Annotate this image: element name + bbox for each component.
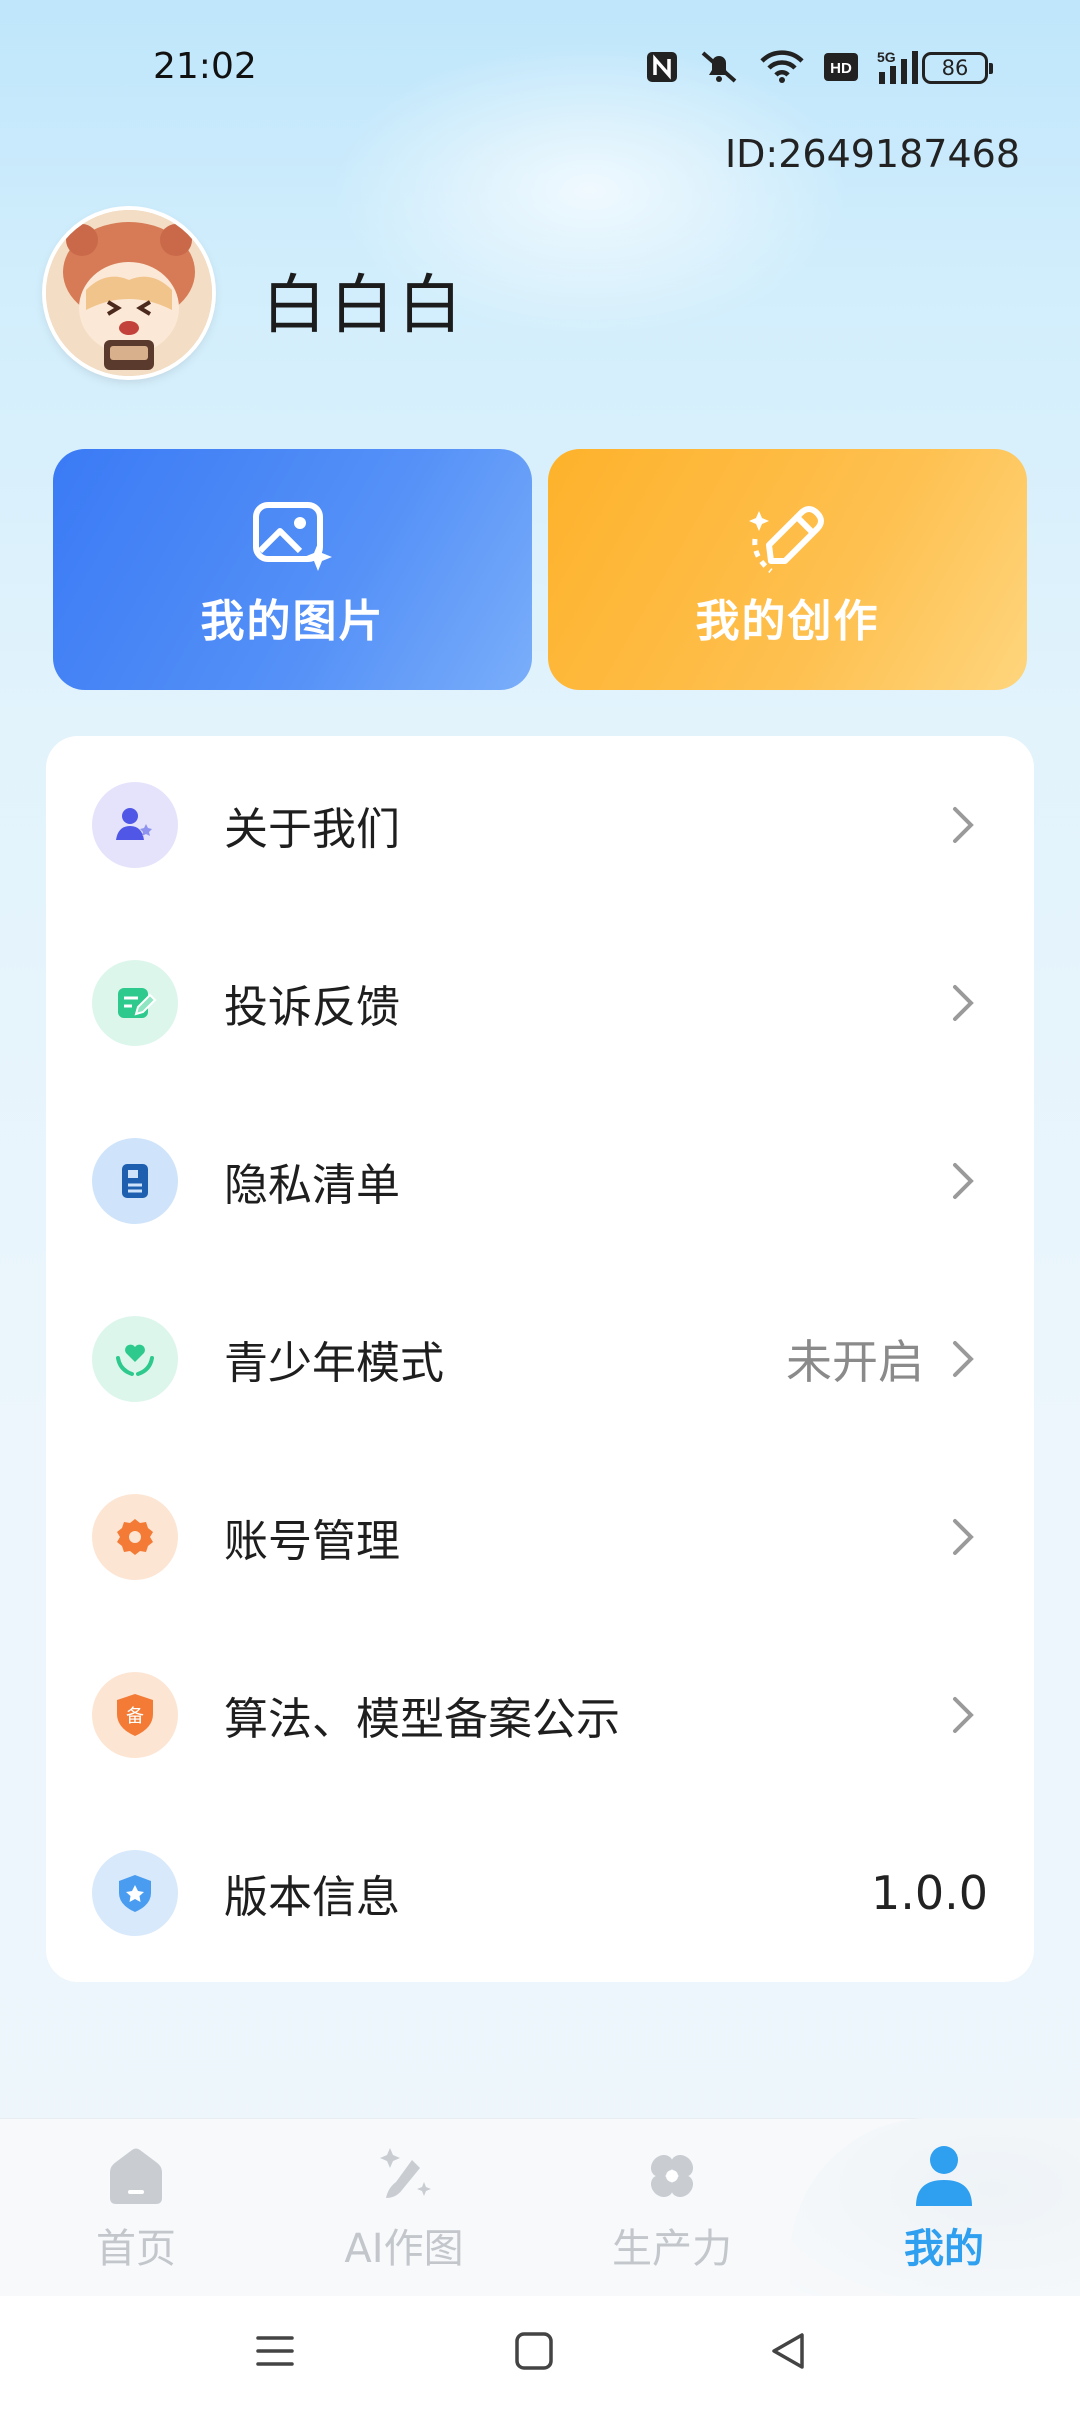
chevron-right-icon bbox=[953, 1519, 974, 1555]
my-pictures-card[interactable]: 我的图片 bbox=[53, 449, 532, 690]
user-id: ID:2649187468 bbox=[724, 132, 1020, 176]
feedback-edit-icon bbox=[92, 960, 178, 1046]
nav-mine[interactable]: 我的 bbox=[844, 2140, 1044, 2274]
shield-badge-icon: 备 bbox=[92, 1672, 178, 1758]
chevron-right-icon bbox=[953, 985, 974, 1021]
nav-label: AI作图 bbox=[344, 2226, 464, 2272]
users-icon bbox=[92, 782, 178, 868]
nav-label: 首页 bbox=[96, 2226, 176, 2272]
nav-productivity[interactable]: 生产力 bbox=[572, 2140, 772, 2274]
username: 白白白 bbox=[262, 269, 466, 343]
nav-home[interactable]: 首页 bbox=[36, 2140, 236, 2274]
battery-icon: 86 bbox=[922, 52, 993, 84]
my-creations-label: 我的创作 bbox=[695, 595, 880, 647]
status-bar: 21:02 HD 5G 86 bbox=[0, 0, 1080, 140]
menu-item-about-us[interactable]: 关于我们 bbox=[46, 736, 1034, 914]
productivity-icon bbox=[650, 2154, 694, 2198]
my-pictures-label: 我的图片 bbox=[200, 595, 385, 647]
home-icon bbox=[110, 2148, 162, 2204]
nfc-icon bbox=[647, 52, 677, 82]
heart-hands-icon bbox=[92, 1316, 178, 1402]
version-number: 1.0.0 bbox=[870, 1866, 988, 1920]
mute-icon bbox=[701, 51, 737, 83]
back-icon[interactable] bbox=[768, 2330, 810, 2372]
menu-label: 版本信息 bbox=[224, 1872, 400, 1923]
svg-text:5G: 5G bbox=[877, 49, 896, 65]
menu-item-teen-mode[interactable]: 青少年模式 未开启 bbox=[46, 1270, 1034, 1448]
ai-brush-icon bbox=[380, 2148, 431, 2198]
status-time: 21:02 bbox=[153, 46, 257, 87]
chevron-right-icon bbox=[953, 1341, 974, 1377]
nav-label: 生产力 bbox=[612, 2226, 732, 2272]
image-sparkle-icon bbox=[252, 501, 332, 571]
gear-icon bbox=[92, 1494, 178, 1580]
menu-item-feedback[interactable]: 投诉反馈 bbox=[46, 914, 1034, 1092]
hd-icon: HD bbox=[824, 53, 858, 81]
menu-icon[interactable] bbox=[254, 2330, 296, 2372]
menu-label: 账号管理 bbox=[224, 1516, 400, 1567]
menu-item-version-info[interactable]: 版本信息 1.0.0 bbox=[46, 1804, 1034, 1982]
signal-5g-icon: 5G bbox=[877, 49, 918, 84]
nav-label: 我的 bbox=[904, 2226, 984, 2272]
wifi-icon bbox=[760, 50, 804, 83]
settings-menu: 关于我们 投诉反馈 隐私清单 青少年模式 未开启 账号管理 备 算法、模型备案公… bbox=[46, 736, 1034, 1982]
avatar-illustration bbox=[46, 210, 212, 376]
filing-badge-text: 备 bbox=[126, 1706, 144, 1727]
menu-label: 投诉反馈 bbox=[224, 982, 400, 1033]
shield-star-icon bbox=[92, 1850, 178, 1936]
system-nav-bar bbox=[0, 2296, 1080, 2412]
teen-mode-status: 未开启 bbox=[786, 1335, 924, 1389]
menu-item-privacy-list[interactable]: 隐私清单 bbox=[46, 1092, 1034, 1270]
pen-sparkle-icon bbox=[748, 505, 824, 573]
nav-ai-drawing[interactable]: AI作图 bbox=[304, 2140, 504, 2274]
person-icon bbox=[916, 2146, 972, 2206]
status-icons: HD 5G bbox=[645, 48, 925, 86]
menu-label: 算法、模型备案公示 bbox=[224, 1694, 620, 1745]
chevron-right-icon bbox=[953, 807, 974, 843]
menu-item-algorithm-filing[interactable]: 备 算法、模型备案公示 bbox=[46, 1626, 1034, 1804]
my-creations-card[interactable]: 我的创作 bbox=[548, 449, 1027, 690]
menu-label: 关于我们 bbox=[224, 804, 400, 855]
chevron-right-icon bbox=[953, 1697, 974, 1733]
menu-label: 青少年模式 bbox=[224, 1338, 444, 1389]
avatar[interactable] bbox=[46, 210, 212, 376]
menu-item-account-management[interactable]: 账号管理 bbox=[46, 1448, 1034, 1626]
svg-text:HD: HD bbox=[830, 60, 852, 77]
chevron-right-icon bbox=[953, 1163, 974, 1199]
home-square-icon[interactable] bbox=[514, 2330, 554, 2372]
document-icon bbox=[92, 1138, 178, 1224]
menu-label: 隐私清单 bbox=[224, 1160, 400, 1211]
